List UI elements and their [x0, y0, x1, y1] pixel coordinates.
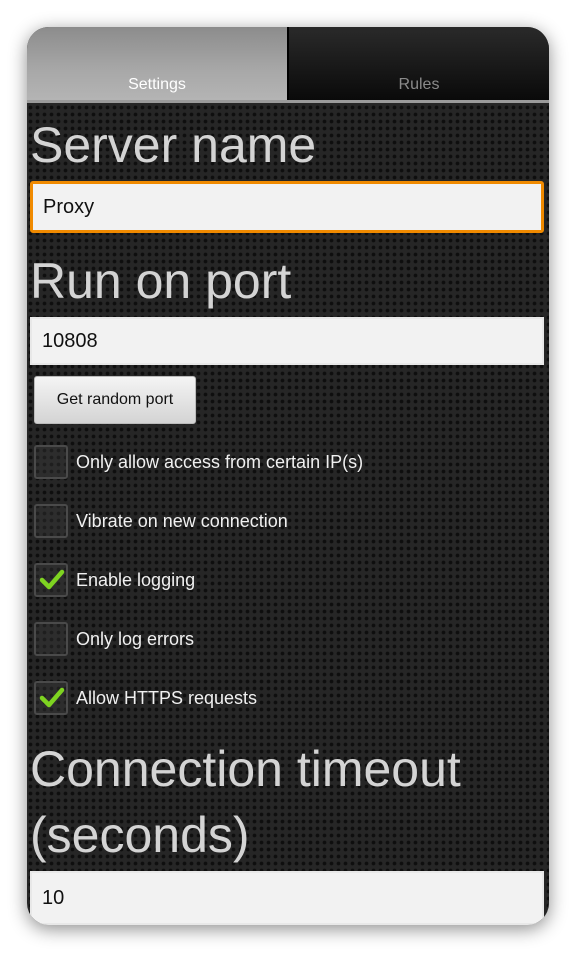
https-label: Allow HTTPS requests: [76, 687, 258, 708]
app-screen: Settings Rules Server name Proxy Run on …: [27, 27, 549, 925]
server-name-input[interactable]: Proxy: [30, 181, 544, 233]
option-log-errors[interactable]: Only log errors: [34, 619, 194, 659]
tab-rules-label: Rules: [398, 76, 440, 93]
log-errors-checkbox[interactable]: [34, 622, 68, 656]
option-ip-restriction[interactable]: Only allow access from certain IP(s): [34, 442, 363, 482]
logging-label: Enable logging: [76, 569, 196, 590]
option-https[interactable]: Allow HTTPS requests: [34, 678, 257, 718]
ip-restriction-checkbox[interactable]: [34, 445, 68, 479]
vibrate-label: Vibrate on new connection: [76, 510, 288, 531]
https-checkbox[interactable]: [34, 681, 68, 715]
log-errors-label: Only log errors: [76, 628, 195, 649]
option-vibrate[interactable]: Vibrate on new connection: [34, 501, 288, 541]
server-name-heading: Server name: [30, 117, 317, 173]
vibrate-checkbox[interactable]: [34, 504, 68, 538]
get-random-port-button[interactable]: Get random port: [34, 376, 196, 424]
timeout-heading-line2: (seconds): [30, 807, 250, 863]
ip-restriction-label: Only allow access from certain IP(s): [76, 451, 364, 472]
port-heading: Run on port: [30, 253, 292, 309]
check-icon: [39, 687, 65, 708]
timeout-heading-line1: Connection timeout: [30, 741, 461, 797]
check-icon: [39, 569, 65, 590]
tab-settings-label: Settings: [128, 76, 186, 93]
tab-rules[interactable]: Rules: [287, 27, 549, 100]
tab-bar: Settings Rules: [27, 27, 549, 100]
tab-indicator: [27, 100, 549, 103]
logging-checkbox[interactable]: [34, 563, 68, 597]
port-input[interactable]: 10808: [30, 317, 544, 365]
timeout-input[interactable]: 10: [30, 871, 544, 925]
option-logging[interactable]: Enable logging: [34, 560, 195, 600]
tab-settings[interactable]: Settings: [27, 27, 287, 100]
